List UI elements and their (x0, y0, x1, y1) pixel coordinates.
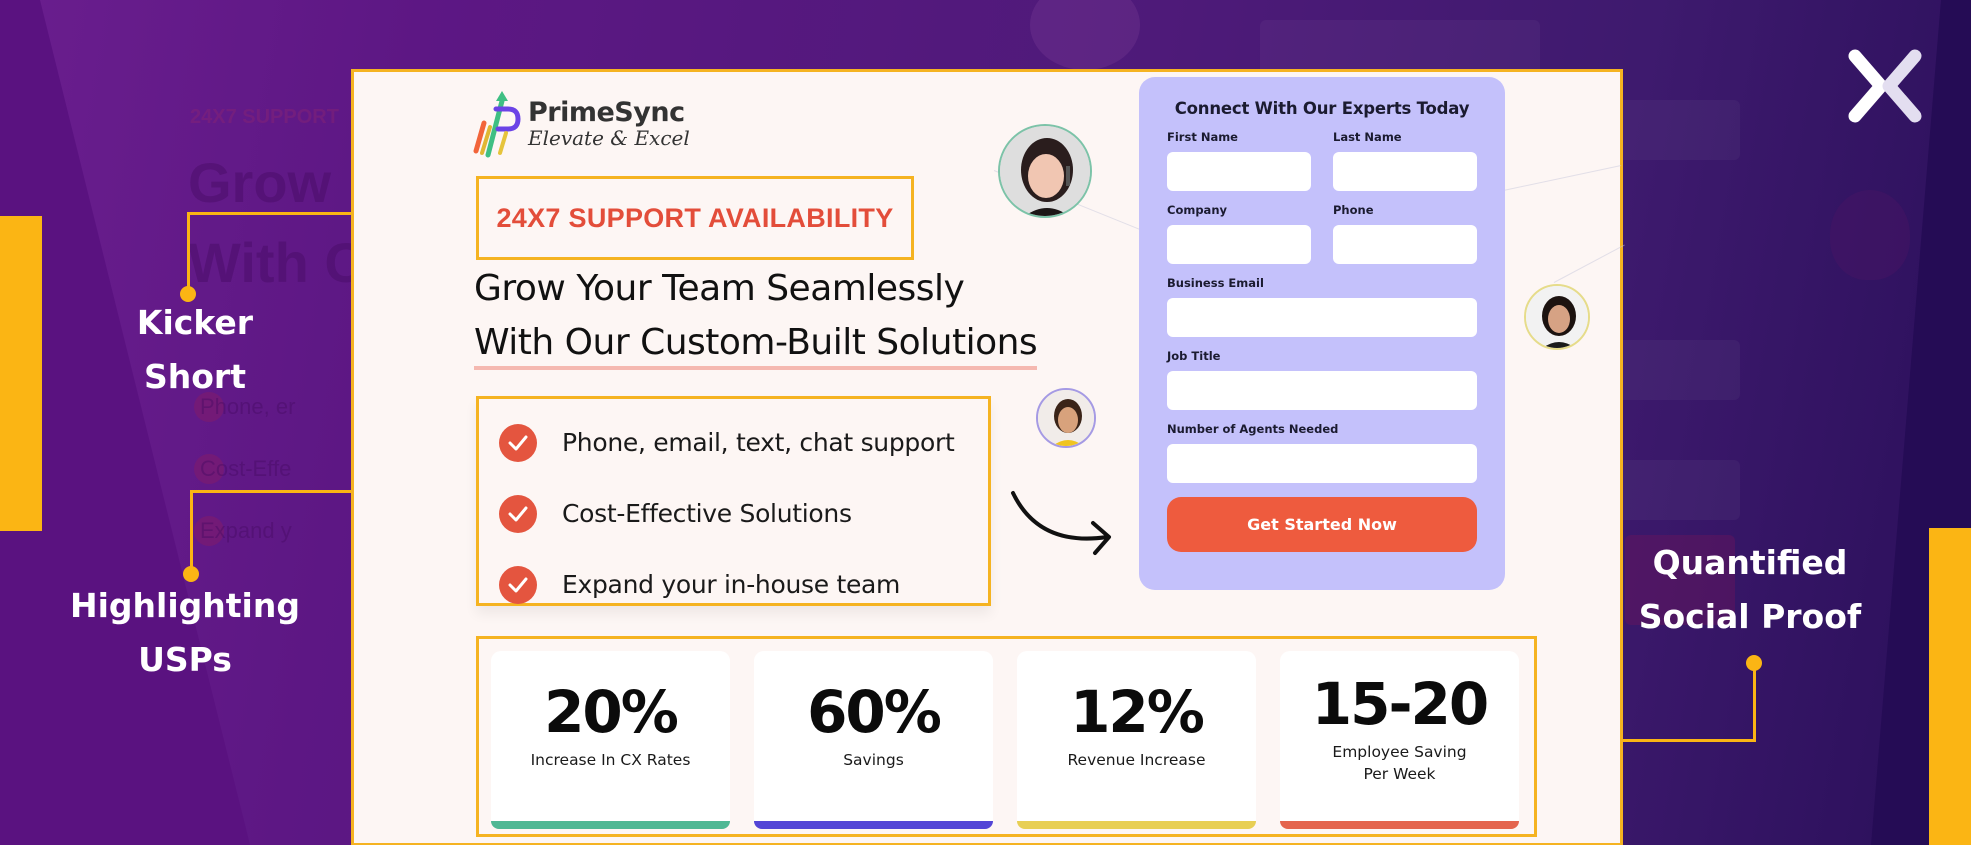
social-proof-leader-line (1623, 739, 1756, 742)
left-accent-bar (0, 216, 42, 531)
brand-tagline: Elevate & Excel (528, 125, 690, 150)
usp-list: Phone, email, text, chat support Cost-Ef… (476, 396, 991, 606)
ghost-avatar (1030, 0, 1140, 70)
stat-label: Revenue Increase (1067, 751, 1206, 769)
agents-needed-label: Number of Agents Needed (1167, 422, 1339, 436)
slide-background: 24X7 SUPPORT Grow With C Phone, er Cost-… (0, 0, 1971, 845)
job-title-label: Job Title (1167, 349, 1221, 363)
usp-text: Expand your in-house team (562, 570, 901, 599)
page-headline: Grow Your Team Seamlessly With Our Custo… (474, 262, 1038, 370)
form-title: Connect With Our Experts Today (1174, 99, 1470, 118)
agent-avatar (1524, 284, 1590, 350)
stat-label: Savings (843, 751, 904, 769)
phone-input[interactable] (1333, 225, 1477, 264)
stat-card: 60% Savings (754, 651, 993, 829)
callout-line: USPs (138, 640, 232, 679)
kicker-leader-line (187, 212, 353, 215)
agent-avatar (998, 124, 1092, 218)
decorative-line (1553, 244, 1625, 283)
callout-quantified-social-proof: Quantified Social Proof (1620, 536, 1880, 644)
social-proof-leader-dot (1746, 655, 1762, 671)
stat-label: Employee Saving Per Week (1332, 743, 1467, 783)
callout-line: Quantified (1652, 543, 1848, 582)
stat-value: 15-20 (1311, 670, 1489, 738)
get-started-button[interactable]: Get Started Now (1167, 497, 1477, 552)
callout-highlighting-usps: Highlighting USPs (55, 579, 315, 687)
stat-label: Increase In CX Rates (530, 751, 691, 769)
kicker-leader-line (187, 212, 190, 292)
stat-card: 15-20 Employee Saving Per Week (1280, 651, 1519, 829)
check-circle-icon (499, 494, 537, 533)
usp-item: Cost-Effective Solutions (499, 478, 988, 549)
business-email-input[interactable] (1167, 298, 1477, 337)
kicker-highlight-box: 24X7 SUPPORT AVAILABILITY (476, 176, 914, 260)
company-label: Company (1167, 203, 1227, 217)
ghost-panel (1610, 340, 1740, 400)
ghost-panel (1610, 100, 1740, 160)
stat-value: 20% (544, 678, 679, 746)
usp-item: Phone, email, text, chat support (499, 407, 988, 478)
usp-text: Cost-Effective Solutions (562, 499, 852, 528)
callout-line: Short (144, 357, 246, 396)
social-proof-leader-line (1753, 662, 1756, 742)
ghost-kicker: 24X7 SUPPORT (190, 106, 339, 128)
right-accent-bar (1929, 528, 1971, 845)
callout-line: Kicker (136, 303, 254, 342)
first-name-label: First Name (1167, 130, 1238, 144)
primesync-logo-icon (473, 91, 521, 158)
stat-value: 60% (807, 678, 942, 746)
brand-name: PrimeSync (528, 96, 685, 128)
ghost-avatar (1830, 190, 1910, 280)
x-logo-icon (1848, 49, 1922, 123)
ghost-panel (1610, 460, 1740, 520)
kicker-text: 24X7 SUPPORT AVAILABILITY (496, 202, 894, 233)
usps-leader-line (190, 490, 353, 493)
phone-label: Phone (1333, 203, 1374, 217)
stat-value: 12% (1070, 678, 1205, 746)
stat-color-bar (491, 821, 730, 829)
stat-color-bar (1017, 821, 1256, 829)
decorative-line (1493, 164, 1622, 193)
headline-line-1: Grow Your Team Seamlessly (474, 268, 965, 309)
brand-logo[interactable]: PrimeSync Elevate & Excel (472, 87, 690, 159)
ghost-headline-1: Grow (188, 151, 332, 214)
curved-arrow-icon (1011, 491, 1111, 555)
stat-color-bar (754, 821, 993, 829)
headline-line-2: With Our Custom-Built Solutions (474, 320, 1038, 370)
stat-card: 12% Revenue Increase (1017, 651, 1256, 829)
ghost-item-2: Cost-Effe (200, 456, 292, 481)
usp-item: Expand your in-house team (499, 549, 988, 620)
agent-avatar (1036, 388, 1096, 448)
callout-kicker-short: Kicker Short (110, 296, 280, 404)
check-circle-icon (499, 423, 537, 462)
landing-page-card: PrimeSync Elevate & Excel 24X7 SUPPORT A… (351, 69, 1625, 845)
lead-form: Connect With Our Experts Today First Nam… (1139, 77, 1505, 590)
social-proof-stats: 20% Increase In CX Rates 60% Savings 12%… (476, 636, 1537, 837)
callout-line: Highlighting (70, 586, 300, 625)
company-input[interactable] (1167, 225, 1311, 264)
agents-needed-input[interactable] (1167, 444, 1477, 483)
usps-leader-line (190, 490, 193, 572)
first-name-input[interactable] (1167, 152, 1311, 191)
callout-line: Social Proof (1638, 597, 1862, 636)
ghost-item-3: Expand y (200, 518, 292, 543)
ghost-headline-2: With C (188, 231, 365, 294)
business-email-label: Business Email (1167, 276, 1264, 290)
stat-color-bar (1280, 821, 1519, 829)
job-title-input[interactable] (1167, 371, 1477, 410)
check-circle-icon (499, 565, 537, 604)
last-name-label: Last Name (1333, 130, 1402, 144)
stat-card: 20% Increase In CX Rates (491, 651, 730, 829)
usp-text: Phone, email, text, chat support (562, 428, 955, 457)
last-name-input[interactable] (1333, 152, 1477, 191)
